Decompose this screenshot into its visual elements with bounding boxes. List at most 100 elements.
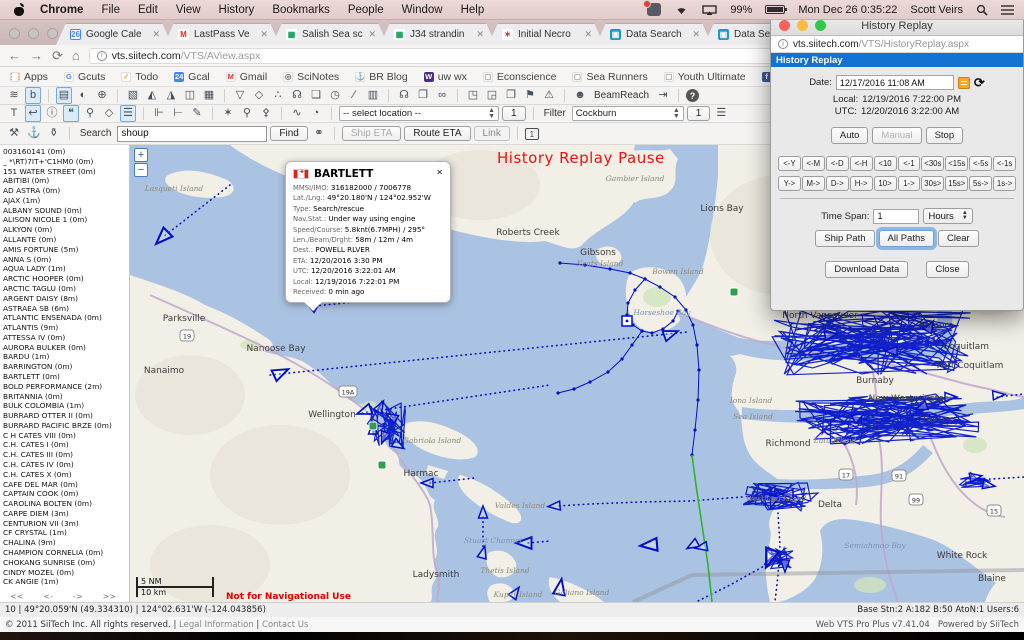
mast-icon[interactable]: ⊩ [151, 105, 167, 122]
vessel-list-item[interactable]: BURRARD PACIFIC BRZE (0m) [3, 421, 129, 431]
step-back-button[interactable]: <-1s [993, 156, 1016, 171]
user-icon[interactable]: ☻ [572, 87, 588, 104]
airplay-icon[interactable] [702, 5, 717, 15]
chart-line-icon[interactable]: ∿ [289, 105, 305, 122]
legal-link[interactable]: Legal Information [179, 620, 254, 630]
callout-icon[interactable]: ❝ [63, 105, 79, 122]
step-forward-button[interactable]: 5s-> [969, 176, 992, 191]
vessel-list-item[interactable]: CAPTAIN COOK (0m) [3, 489, 129, 499]
map-zoom-in-button[interactable]: + [134, 148, 148, 162]
map-zoom-out-button[interactable]: − [134, 163, 148, 177]
vessel-list-item[interactable]: CARPE DIEM (3m) [3, 509, 129, 519]
undo-icon[interactable]: ↩ [25, 105, 41, 122]
step-back-button[interactable]: <-D [826, 156, 849, 171]
menu-item-file[interactable]: File [92, 4, 129, 16]
browser-tab[interactable]: MLastPass Ve✕ [164, 23, 280, 45]
page-info-icon[interactable]: i [778, 39, 788, 49]
vessel-list-item[interactable]: ALBANY SOUND (0m) [3, 206, 129, 216]
tab-close-icon[interactable]: ✕ [152, 29, 160, 40]
calendar-icon[interactable] [958, 77, 970, 89]
vessel-list-item[interactable]: C.H. CATES I (0m) [3, 440, 129, 450]
bookmark-apps[interactable]: ⋮⋮Apps [10, 71, 48, 83]
browser-tab[interactable]: ▣Data Search✕ [596, 23, 712, 45]
layers-icon[interactable]: ≋ [6, 87, 22, 104]
tiles-icon[interactable]: ▦ [201, 87, 217, 104]
vessel-list-item[interactable]: ARGENT DAISY (8m) [3, 294, 129, 304]
download-data-button[interactable]: Download Data [825, 261, 908, 278]
vessel-list-item[interactable]: 151 WATER STREET (0m) [3, 167, 129, 177]
link-button[interactable]: Link [474, 126, 510, 141]
document-icon[interactable]: ❏ [308, 87, 324, 104]
tab-close-icon[interactable]: ✕ [260, 29, 268, 40]
bell-icon[interactable]: ☊ [289, 87, 305, 104]
vessel-list-item[interactable]: ARCTIC TAGLU (0m) [3, 284, 129, 294]
alarm-icon[interactable]: ☊ [396, 87, 412, 104]
vessel-list-item[interactable]: BRITANNIA (0m) [3, 392, 129, 402]
tab-close-icon[interactable]: ✕ [476, 29, 484, 40]
step-back-button[interactable]: <-M [802, 156, 825, 171]
building-icon[interactable]: ▥ [365, 87, 381, 104]
menu-item-help[interactable]: Help [452, 4, 494, 16]
vessel-list-item[interactable]: C H CATES VIII (0m) [3, 431, 129, 441]
vessel-list-item[interactable]: AQUA LADY (1m) [3, 264, 129, 274]
stop-button[interactable]: Stop [926, 127, 964, 144]
binoculars-icon[interactable]: ⚭ [311, 125, 327, 142]
compass-icon[interactable]: ◐ [75, 87, 91, 104]
flag-icon[interactable]: ⚑ [522, 87, 538, 104]
bookmark-uw-wx[interactable]: Wuw wx [424, 71, 467, 83]
manual-button[interactable]: Manual [872, 127, 921, 144]
vessel-list-item[interactable]: BARRINGTON (0m) [3, 362, 129, 372]
vessel-list-item[interactable]: ALISON NICOLE 1 (0m) [3, 215, 129, 225]
browser-tab[interactable]: ▦Salish Sea sc✕ [272, 23, 388, 45]
vessel-list-item[interactable]: AURORA BULKER (0m) [3, 343, 129, 353]
home-button[interactable]: ⌂ [72, 49, 80, 62]
minimize-window-button[interactable] [28, 28, 39, 39]
vessel-list-item[interactable]: CAROLINA BOLTEN (0m) [3, 499, 129, 509]
menu-user[interactable]: Scott Veirs [910, 4, 963, 16]
ferry-icon[interactable]: ⚓ [25, 125, 43, 142]
back-button[interactable]: ← [8, 49, 21, 62]
step-forward-button[interactable]: 15s> [945, 176, 968, 191]
vessel-list-item[interactable]: ABITIBI (0m) [3, 176, 129, 186]
menu-item-window[interactable]: Window [393, 4, 452, 16]
vessel-list-item[interactable]: ANNA S (0m) [3, 255, 129, 265]
menu-item-bookmarks[interactable]: Bookmarks [263, 4, 339, 16]
bing-maps-icon[interactable]: b [25, 87, 41, 104]
text-tool-icon[interactable]: T [6, 105, 22, 122]
step-forward-button[interactable]: D-> [826, 176, 849, 191]
forward-button[interactable]: → [30, 49, 43, 62]
ship-path-button[interactable]: Ship Path [815, 230, 874, 247]
list-icon[interactable]: ☰ [713, 105, 729, 122]
auto-button[interactable]: Auto [831, 127, 869, 144]
step-forward-button[interactable]: M-> [802, 176, 825, 191]
menu-item-view[interactable]: View [167, 4, 210, 16]
pagination-button[interactable]: -> [73, 592, 83, 601]
vessel-marker[interactable] [152, 228, 173, 249]
window-1-icon[interactable]: 1 [525, 128, 539, 140]
tab-close-icon[interactable]: ✕ [692, 29, 700, 40]
diamond-icon[interactable]: ◇ [101, 105, 117, 122]
bookmark-gmail[interactable]: MGmail [226, 71, 267, 83]
vessel-list-item[interactable]: ALKYON (0m) [3, 225, 129, 235]
zoom-in-map-icon[interactable]: ◭ [144, 87, 160, 104]
reload-button[interactable]: ⟳ [52, 49, 63, 62]
zoom-out-map-icon[interactable]: ◮ [163, 87, 179, 104]
history-address-bar[interactable]: i vts.siitech.com/VTS/HistoryReplay.aspx [771, 36, 1023, 53]
vessel-list-item[interactable]: ARCTIC HOOPER (0m) [3, 274, 129, 284]
app-status-icon[interactable] [647, 3, 661, 16]
marker-icon[interactable]: ⚲ [239, 105, 255, 122]
anchor-marker-icon[interactable]: ⚴ [258, 105, 274, 122]
funnel-icon[interactable]: ▽ [232, 87, 248, 104]
step-forward-button[interactable]: 1s-> [993, 176, 1016, 191]
close-window-button[interactable] [9, 28, 20, 39]
pin-icon[interactable]: ⚲ [82, 105, 98, 122]
step-back-button[interactable]: <-Y [778, 156, 801, 171]
bookmark-todo[interactable]: ✓Todo [121, 71, 158, 83]
pagination-button[interactable]: <- [43, 592, 53, 601]
step-back-button[interactable]: <-H [850, 156, 873, 171]
browser-tab[interactable]: ✶Initial Necro✕ [488, 23, 604, 45]
vessel-list-item[interactable]: ATLANTIS (9m) [3, 323, 129, 333]
vessel-list-item[interactable]: C.H. CATES III (0m) [3, 450, 129, 460]
vessel-list-item[interactable]: CHALINA (9m) [3, 538, 129, 548]
vessel-list-item[interactable]: _ *\RT)7IT+'C1HM0 (0m) [3, 157, 129, 167]
